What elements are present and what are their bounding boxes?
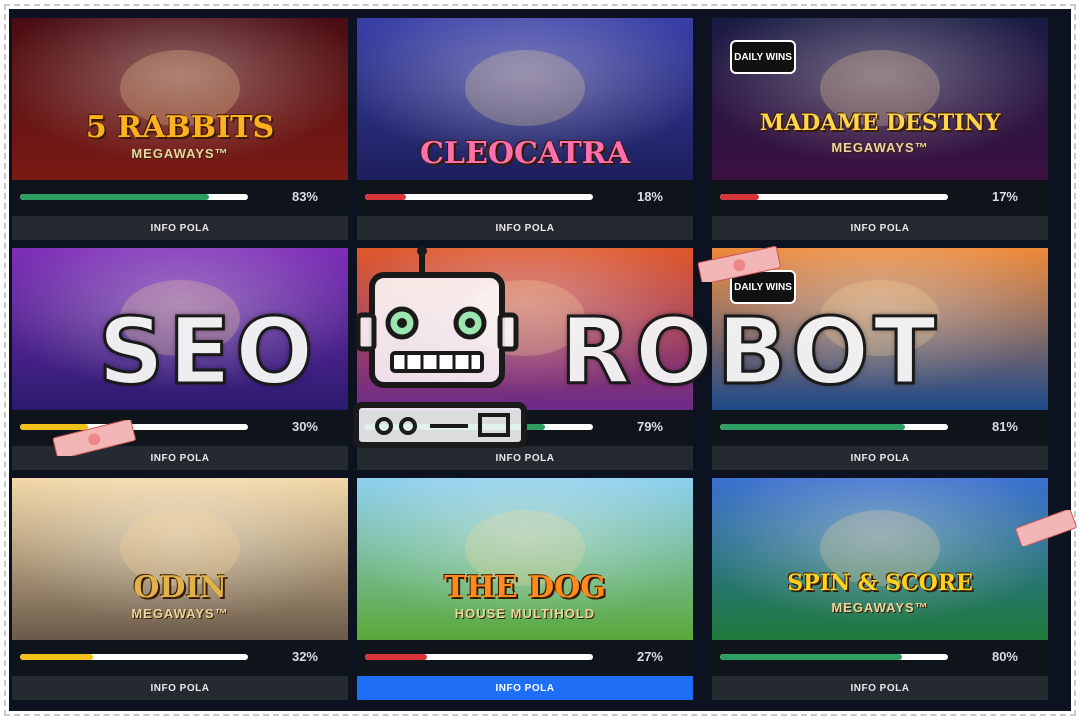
game-thumbnail[interactable]: THE DOG HOUSE MULTIHOLD <box>357 478 693 640</box>
rtp-progress-row: 17% <box>712 180 1048 214</box>
game-subtitle: MEGAWAYS™ <box>831 600 929 615</box>
game-artwork <box>357 248 693 410</box>
progress-fill <box>720 654 903 660</box>
rtp-progress-row: 30% <box>12 410 348 444</box>
daily-wins-badge: DAILY WINS <box>730 270 796 304</box>
game-subtitle: MEGAWAYS™ <box>831 140 929 155</box>
game-card[interactable]: SPIN & SCORE MEGAWAYS™ 80% INFO POLA <box>712 478 1048 700</box>
progress-percent: 17% <box>991 189 1018 204</box>
progress-fill <box>365 424 546 430</box>
progress-fill <box>20 194 210 200</box>
progress-bar <box>720 194 948 200</box>
game-title: ODIN <box>133 570 227 605</box>
game-card[interactable]: 79% INFO POLA <box>357 248 693 470</box>
progress-percent: 30% <box>291 419 318 434</box>
game-thumbnail[interactable]: ODIN MEGAWAYS™ <box>12 478 348 640</box>
game-subtitle: HOUSE MULTIHOLD <box>454 606 596 621</box>
game-card[interactable]: CLEOCATRA 18% INFO POLA <box>357 18 693 240</box>
game-title: SPIN & SCORE <box>787 570 973 596</box>
game-card[interactable]: ODIN MEGAWAYS™ 32% INFO POLA <box>12 478 348 700</box>
game-thumbnail[interactable]: SPIN & SCORE MEGAWAYS™ <box>712 478 1048 640</box>
info-pola-button[interactable]: INFO POLA <box>712 446 1048 470</box>
progress-percent: 81% <box>991 419 1018 434</box>
game-thumbnail[interactable]: DAILY WINS <box>712 248 1048 410</box>
info-pola-button[interactable]: INFO POLA <box>357 446 693 470</box>
rtp-progress-row: 81% <box>712 410 1048 444</box>
progress-percent: 18% <box>636 189 663 204</box>
progress-bar <box>365 654 593 660</box>
progress-percent: 79% <box>636 419 663 434</box>
progress-percent: 83% <box>291 189 318 204</box>
progress-bar <box>20 194 248 200</box>
game-card[interactable]: 30% INFO POLA <box>12 248 348 470</box>
game-card[interactable]: DAILY WINS 81% INFO POLA <box>712 248 1048 470</box>
rtp-progress-row: 83% <box>12 180 348 214</box>
progress-percent: 27% <box>636 649 663 664</box>
game-card[interactable]: 5 RABBITS MEGAWAYS™ 83% INFO POLA <box>12 18 348 240</box>
game-subtitle: MEGAWAYS™ <box>131 606 229 621</box>
daily-wins-badge: DAILY WINS <box>730 40 796 74</box>
game-card[interactable]: DAILY WINS MADAME DESTINY MEGAWAYS™ 17% … <box>712 18 1048 240</box>
info-pola-button[interactable]: INFO POLA <box>357 216 693 240</box>
progress-percent: 32% <box>291 649 318 664</box>
game-title: 5 RABBITS <box>85 110 275 145</box>
game-title: CLEOCATRA <box>419 136 630 171</box>
info-pola-button[interactable]: INFO POLA <box>712 676 1048 700</box>
progress-percent: 80% <box>991 649 1018 664</box>
progress-bar <box>20 654 248 660</box>
progress-fill <box>20 654 93 660</box>
game-artwork <box>712 478 1048 640</box>
rtp-progress-row: 32% <box>12 640 348 674</box>
game-thumbnail[interactable]: DAILY WINS MADAME DESTINY MEGAWAYS™ <box>712 18 1048 180</box>
info-pola-button[interactable]: INFO POLA <box>12 216 348 240</box>
game-artwork <box>12 248 348 410</box>
progress-bar <box>20 424 248 430</box>
progress-bar <box>720 424 948 430</box>
game-title: MADAME DESTINY <box>759 110 1001 136</box>
game-card[interactable]: THE DOG HOUSE MULTIHOLD 27% INFO POLA <box>357 478 693 700</box>
progress-fill <box>720 424 905 430</box>
progress-fill <box>365 194 407 200</box>
rtp-progress-row: 27% <box>357 640 693 674</box>
game-thumbnail[interactable] <box>12 248 348 410</box>
progress-fill <box>20 424 89 430</box>
progress-bar <box>720 654 948 660</box>
game-thumbnail[interactable] <box>357 248 693 410</box>
game-subtitle: MEGAWAYS™ <box>131 146 229 161</box>
info-pola-button[interactable]: INFO POLA <box>12 676 348 700</box>
info-pola-button[interactable]: INFO POLA <box>12 446 348 470</box>
rtp-progress-row: 18% <box>357 180 693 214</box>
info-pola-button[interactable]: INFO POLA <box>357 676 693 700</box>
info-pola-button[interactable]: INFO POLA <box>712 216 1048 240</box>
game-title: THE DOG <box>444 570 606 605</box>
progress-fill <box>720 194 759 200</box>
game-thumbnail[interactable]: 5 RABBITS MEGAWAYS™ <box>12 18 348 180</box>
progress-bar <box>365 194 593 200</box>
game-thumbnail[interactable]: CLEOCATRA <box>357 18 693 180</box>
rtp-progress-row: 79% <box>357 410 693 444</box>
progress-fill <box>365 654 427 660</box>
progress-bar <box>365 424 593 430</box>
rtp-progress-row: 80% <box>712 640 1048 674</box>
